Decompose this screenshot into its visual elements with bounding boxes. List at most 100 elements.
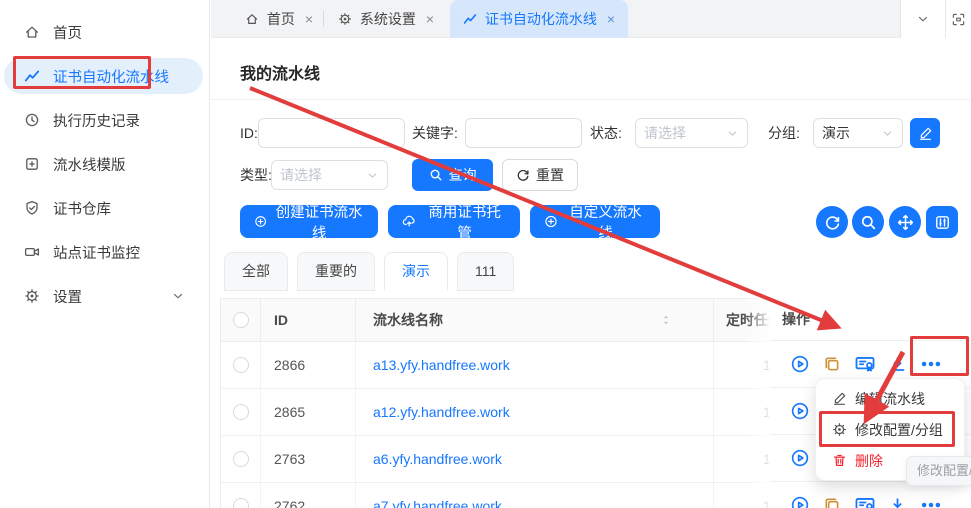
cloud-upload-icon <box>402 214 416 229</box>
select-placeholder: 请选择 <box>644 123 686 143</box>
tab-separator <box>323 11 324 27</box>
sidebar-item-label: 首页 <box>53 22 82 43</box>
refresh-icon <box>516 168 530 182</box>
chevron-down-icon <box>726 127 739 140</box>
keyword-filter-input[interactable] <box>465 118 582 148</box>
sidebar-item-label: 设置 <box>53 286 82 307</box>
menu-item-edit-pipeline[interactable]: 编辑流水线 <box>820 383 960 414</box>
search-toggle-button[interactable] <box>852 206 884 238</box>
line-chart-icon <box>24 68 40 84</box>
sidebar-item-label: 站点证书监控 <box>53 242 140 263</box>
hosted-cert-button[interactable]: 商用证书托管 <box>388 205 520 238</box>
trash-icon <box>832 453 847 468</box>
more-actions-button[interactable] <box>919 493 943 508</box>
row-id: 2866 <box>261 342 356 388</box>
column-settings-button[interactable] <box>926 206 958 238</box>
tab-list-dropdown-button[interactable] <box>900 0 945 38</box>
shield-check-icon <box>24 200 40 216</box>
sidebar-item-cert-pipeline[interactable]: 证书自动化流水线 <box>4 58 203 94</box>
main-content: 我的流水线 ID: 关键字: 状态: 请选择 分组: 演示 类型: 请选择 查询… <box>211 38 971 508</box>
refresh-list-button[interactable] <box>816 206 848 238</box>
group-filter-label: 分组: <box>768 118 800 148</box>
tab-label: 系统设置 <box>360 9 416 29</box>
select-all-checkbox[interactable] <box>233 312 249 328</box>
sidebar-item-label: 流水线模版 <box>53 154 126 175</box>
select-placeholder: 请选择 <box>280 165 322 185</box>
row-checkbox[interactable] <box>233 357 249 373</box>
video-camera-icon <box>24 244 40 260</box>
fullscreen-button[interactable] <box>945 0 971 38</box>
certificate-icon[interactable] <box>854 494 876 508</box>
tab-system-settings[interactable]: 系统设置 × <box>329 0 443 38</box>
select-value: 演示 <box>822 123 850 143</box>
pipeline-name-link[interactable]: a6.yfy.handfree.work <box>373 451 502 467</box>
chevron-down-icon <box>916 12 930 26</box>
sliders-icon <box>934 214 951 231</box>
sidebar-item-site-monitor[interactable]: 站点证书监控 <box>4 234 203 270</box>
row-checkbox[interactable] <box>233 451 249 467</box>
reset-button[interactable]: 重置 <box>502 159 578 191</box>
line-chart-icon <box>463 12 477 26</box>
certificate-icon[interactable] <box>854 353 876 375</box>
search-button[interactable]: 查询 <box>412 159 493 191</box>
copy-icon[interactable] <box>822 495 842 508</box>
copy-icon[interactable] <box>822 354 842 374</box>
sidebar-item-templates[interactable]: 流水线模版 <box>4 146 203 182</box>
sidebar-item-home[interactable]: 首页 <box>4 14 203 50</box>
close-icon[interactable]: × <box>607 12 615 26</box>
create-pipeline-label: 创建证书流水线 <box>274 201 364 243</box>
download-icon[interactable] <box>888 496 907 508</box>
tab-cert-pipeline[interactable]: 证书自动化流水线 × <box>450 0 628 38</box>
chevron-down-icon <box>171 289 185 303</box>
sidebar-item-history[interactable]: 执行历史记录 <box>4 102 203 138</box>
run-pipeline-button[interactable] <box>790 495 810 508</box>
sidebar-item-label: 证书仓库 <box>53 198 111 219</box>
move-arrows-icon <box>897 214 914 231</box>
column-header-name: 流水线名称 <box>356 299 714 341</box>
chevron-down-icon <box>881 127 894 140</box>
pipeline-name-link[interactable]: a12.yfy.handfree.work <box>373 404 510 420</box>
pipeline-name-link[interactable]: a13.yfy.handfree.work <box>373 357 510 373</box>
template-icon <box>24 156 40 172</box>
menu-item-modify-config-group[interactable]: 修改配置/分组 <box>820 414 960 445</box>
type-filter-select[interactable]: 请选择 <box>271 160 388 190</box>
group-tab-important[interactable]: 重要的 <box>297 252 375 291</box>
run-pipeline-button[interactable] <box>790 354 810 374</box>
fullscreen-icon <box>951 12 966 27</box>
row-checkbox[interactable] <box>233 404 249 420</box>
tab-home[interactable]: 首页 × <box>237 0 321 38</box>
pipeline-name-link[interactable]: a7.yfy.handfree.work <box>373 498 502 508</box>
sidebar-item-label: 执行历史记录 <box>53 110 140 131</box>
custom-pipeline-button[interactable]: 自定义流水线 <box>530 205 660 238</box>
group-tab-demo[interactable]: 演示 <box>384 252 448 291</box>
move-button[interactable] <box>889 206 921 238</box>
group-tab-all[interactable]: 全部 <box>224 252 288 291</box>
run-pipeline-button[interactable] <box>790 401 810 421</box>
gear-icon <box>338 12 352 26</box>
run-pipeline-button[interactable] <box>790 448 810 468</box>
edit-pencil-icon <box>832 391 847 406</box>
close-icon[interactable]: × <box>426 12 434 26</box>
sort-carets-icon[interactable] <box>659 313 673 327</box>
id-filter-label: ID: <box>240 118 258 148</box>
row-id: 2865 <box>261 389 356 435</box>
create-pipeline-button[interactable]: 创建证书流水线 <box>240 205 378 238</box>
tooltip: 修改配置/分 <box>906 456 971 486</box>
tab-label: 首页 <box>267 9 295 29</box>
tab-bar: 首页 × 系统设置 × 证书自动化流水线 × <box>211 0 971 38</box>
more-actions-button[interactable] <box>919 352 943 376</box>
status-filter-select[interactable]: 请选择 <box>635 118 748 148</box>
download-icon[interactable] <box>888 355 907 374</box>
divider <box>211 99 971 100</box>
home-icon <box>24 24 40 40</box>
column-header-operations: 操作 <box>770 298 971 341</box>
sidebar-item-cert-repo[interactable]: 证书仓库 <box>4 190 203 226</box>
plus-circle-icon <box>254 214 267 229</box>
edit-group-button[interactable] <box>910 118 940 148</box>
group-filter-select[interactable]: 演示 <box>813 118 903 148</box>
id-filter-input[interactable] <box>258 118 405 148</box>
close-icon[interactable]: × <box>305 12 313 26</box>
sidebar-item-settings[interactable]: 设置 <box>4 278 203 314</box>
row-checkbox[interactable] <box>233 498 249 508</box>
group-tab-111[interactable]: 111 <box>457 252 514 291</box>
